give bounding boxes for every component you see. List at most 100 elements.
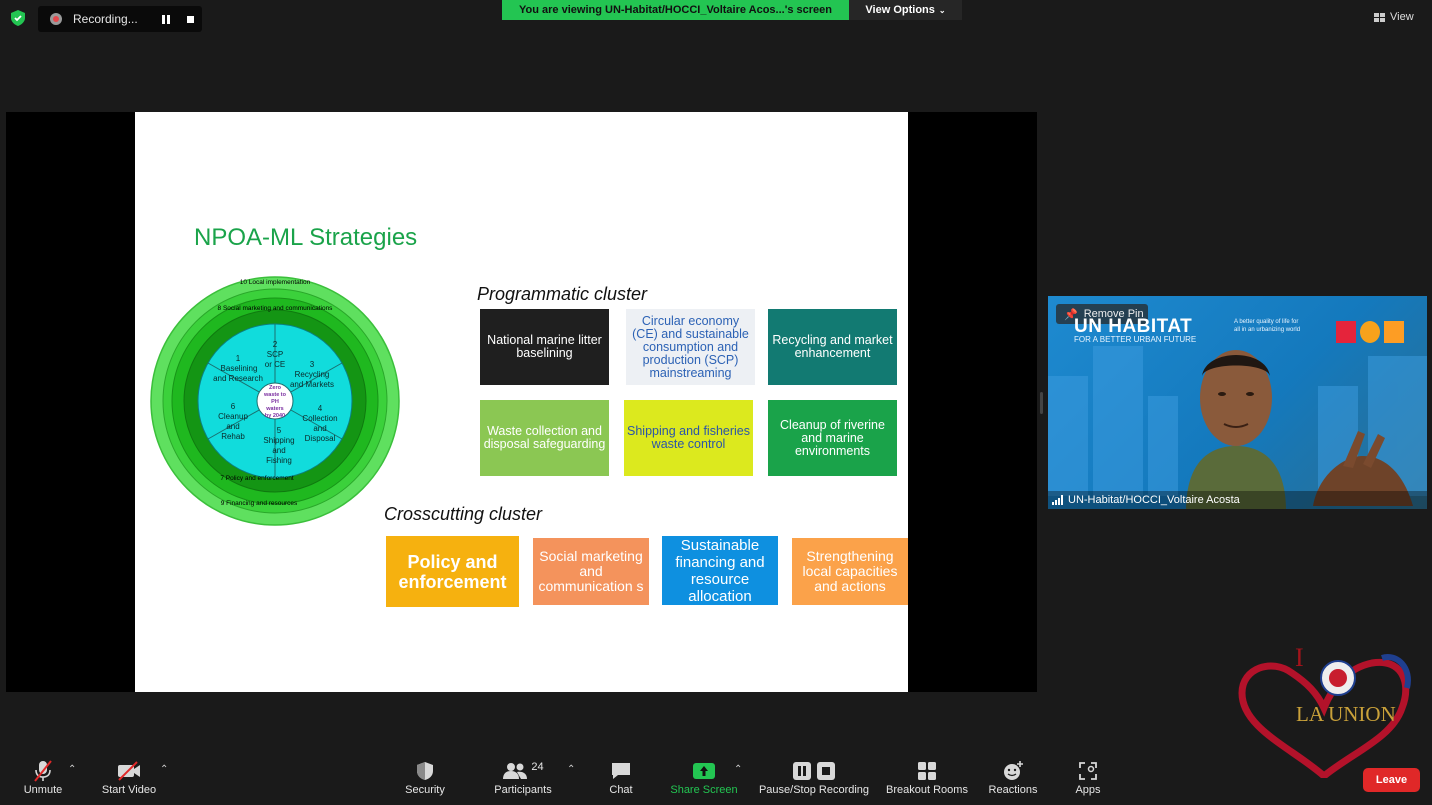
share-screen-caret-icon[interactable]: ⌃: [734, 764, 742, 775]
svg-text:Collection: Collection: [302, 414, 337, 423]
ring-label-local-implementation: 10 Local implementation: [240, 279, 311, 286]
reactions-button[interactable]: Reactions: [986, 758, 1040, 796]
start-video-label: Start Video: [101, 784, 157, 796]
svg-text:SCP: SCP: [267, 350, 283, 359]
pause-stop-recording-label: Pause/Stop Recording: [758, 784, 870, 796]
breakout-rooms-icon: [883, 758, 971, 784]
crosscutting-box-1: Policy and enforcement: [386, 536, 519, 607]
speaker-video-tile[interactable]: 📌 Remove Pin UN HABITAT FOR A BETTER URB…: [1048, 296, 1427, 509]
start-video-button[interactable]: Start Video: [98, 758, 160, 796]
crosscutting-box-2: Social marketing and communication s: [533, 538, 649, 605]
view-options-button[interactable]: View Options ⌄: [849, 0, 962, 20]
video-options-caret-icon[interactable]: ⌃: [160, 764, 168, 775]
programmatic-box-6: Cleanup of riverine and marine environme…: [768, 400, 897, 476]
security-button[interactable]: Security: [400, 758, 450, 796]
pause-stop-recording-button[interactable]: Pause/Stop Recording: [756, 758, 872, 796]
share-screen-button[interactable]: Share Screen: [668, 758, 740, 796]
grid-view-icon: [1374, 12, 1385, 22]
pause-recording-icon[interactable]: [162, 15, 170, 24]
speaker-name: UN-Habitat/HOCCI_Voltaire Acosta: [1068, 494, 1240, 506]
svg-text:4: 4: [318, 404, 323, 413]
leave-button[interactable]: Leave: [1363, 768, 1420, 792]
participants-count: 24: [531, 761, 544, 773]
recording-label: Recording...: [73, 12, 138, 26]
svg-text:Fishing: Fishing: [266, 456, 292, 465]
apps-button[interactable]: Apps: [1068, 758, 1108, 796]
svg-text:3: 3: [310, 360, 315, 369]
svg-text:Recycling: Recycling: [295, 370, 330, 379]
wheel-center-line4: waters: [265, 406, 283, 412]
crosscutting-cluster-label: Crosscutting cluster: [384, 504, 543, 524]
programmatic-cluster-label: Programmatic cluster: [477, 284, 648, 304]
programmatic-box-2: Circular economy (CE) and sustainable co…: [626, 309, 755, 385]
svg-text:Baselining: Baselining: [221, 364, 258, 373]
stop-icon: [817, 762, 835, 780]
recording-indicator: Recording...: [38, 6, 202, 32]
participants-caret-icon[interactable]: ⌃: [567, 764, 575, 775]
unmute-button[interactable]: Unmute: [18, 758, 68, 796]
svg-text:Shipping: Shipping: [263, 436, 294, 445]
programmatic-box-4: Waste collection and disposal safeguardi…: [480, 400, 609, 476]
svg-text:1: 1: [236, 354, 241, 363]
share-screen-icon: [668, 758, 740, 784]
svg-text:and: and: [272, 446, 285, 455]
la-union-logo: I LA UNION: [1232, 638, 1417, 781]
chat-label: Chat: [609, 784, 633, 796]
participants-icon: [503, 763, 528, 779]
breakout-rooms-label: Breakout Rooms: [886, 784, 968, 796]
slide-title: NPOA-ML Strategies: [194, 224, 418, 251]
security-label: Security: [405, 784, 445, 796]
view-options-label: View Options: [865, 4, 935, 16]
speaker-person-image: [1186, 350, 1286, 509]
pause-icon: [793, 762, 811, 780]
reactions-emoji-icon: [986, 758, 1040, 784]
breakout-rooms-button[interactable]: Breakout Rooms: [883, 758, 971, 796]
chat-bubble-icon: [601, 758, 641, 784]
reactions-label: Reactions: [988, 784, 1038, 796]
stop-recording-icon[interactable]: [187, 16, 194, 23]
muted-microphone-icon: [18, 758, 68, 784]
panel-resize-handle[interactable]: [1040, 392, 1043, 414]
viewing-screen-banner: You are viewing UN-Habitat/HOCCI_Voltair…: [502, 0, 849, 20]
chat-button[interactable]: Chat: [601, 758, 641, 796]
strategy-wheel-diagram: 10 Local implementation 8 Social marketi…: [150, 276, 400, 526]
view-label: View: [1390, 11, 1414, 23]
recording-dot-icon: [50, 13, 62, 25]
programmatic-box-3: Recycling and market enhancement: [768, 309, 897, 385]
participants-label: Participants: [494, 784, 552, 796]
presentation-slide: NPOA-ML Strategies 10 Local implementati…: [135, 112, 908, 692]
unmute-label: Unmute: [23, 784, 63, 796]
video-off-icon: [98, 758, 160, 784]
svg-text:and Markets: and Markets: [290, 380, 334, 389]
programmatic-box-5: Shipping and fisheries waste control: [624, 400, 753, 476]
svg-text:and Research: and Research: [213, 374, 263, 383]
svg-text:and: and: [313, 424, 326, 433]
svg-text:Cleanup: Cleanup: [218, 412, 248, 421]
apps-label: Apps: [1075, 784, 1101, 796]
crosscutting-box-4: Strengthening local capacities and actio…: [792, 538, 908, 605]
ring-label-social-marketing: 8 Social marketing and communications: [218, 305, 334, 312]
speaker-name-bar: UN-Habitat/HOCCI_Voltaire Acosta: [1048, 491, 1427, 509]
svg-text:Rehab: Rehab: [221, 432, 245, 441]
svg-text:5: 5: [277, 426, 282, 435]
ring-label-policy: 7 Policy and enforcement: [220, 475, 294, 482]
wheel-center-line5: by 2040: [265, 413, 285, 419]
participants-button[interactable]: 24 Participants: [490, 758, 556, 796]
svg-text:and: and: [226, 422, 239, 431]
svg-text:2: 2: [273, 340, 278, 349]
la-union-logo-i: I: [1295, 643, 1304, 672]
security-shield-icon[interactable]: [8, 8, 28, 28]
svg-text:Disposal: Disposal: [305, 434, 336, 443]
ring-label-financing: 9 Financing and resources: [221, 500, 298, 507]
wheel-center-line1: Zero: [269, 385, 282, 391]
svg-text:or CE: or CE: [265, 360, 285, 369]
wheel-center-line2: waste to: [263, 392, 287, 398]
la-union-logo-text: LA UNION: [1296, 702, 1396, 726]
crosscutting-box-3: Sustainable financing and resource alloc…: [662, 536, 778, 605]
un-habitat-tagline: A better quality of life for all in an u…: [1234, 319, 1301, 333]
wheel-center-line3: PH: [271, 399, 279, 405]
view-button[interactable]: View: [1374, 7, 1426, 27]
audio-options-caret-icon[interactable]: ⌃: [68, 764, 76, 775]
apps-icon: [1068, 758, 1108, 784]
shared-screen: NPOA-ML Strategies 10 Local implementati…: [6, 112, 1037, 692]
